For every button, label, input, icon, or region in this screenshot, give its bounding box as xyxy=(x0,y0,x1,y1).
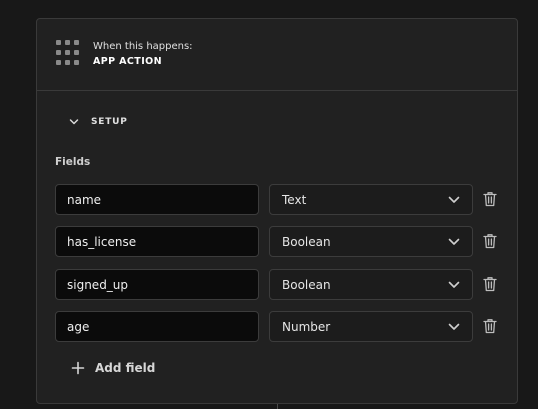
field-type-value: Boolean xyxy=(282,234,331,249)
field-type-select[interactable]: Number xyxy=(269,311,473,342)
chevron-down-icon xyxy=(448,196,460,203)
trigger-name: APP ACTION xyxy=(93,56,162,67)
trash-icon[interactable] xyxy=(483,276,497,292)
chevron-down-icon xyxy=(69,119,79,125)
field-type-value: Number xyxy=(282,319,331,334)
grid-icon xyxy=(56,40,82,68)
trigger-panel: When this happens: APP ACTION SETUP Fiel… xyxy=(36,18,518,404)
field-name-input[interactable] xyxy=(55,184,259,215)
trash-icon[interactable] xyxy=(483,318,497,334)
field-name-input[interactable] xyxy=(55,226,259,257)
fields-label: Fields xyxy=(55,156,91,168)
trash-icon[interactable] xyxy=(483,233,497,249)
field-type-select[interactable]: Boolean xyxy=(269,226,473,257)
plus-icon xyxy=(71,361,85,375)
add-field-button[interactable]: Add field xyxy=(71,361,155,375)
chevron-down-icon xyxy=(448,238,460,245)
field-type-value: Boolean xyxy=(282,277,331,292)
field-row: Text xyxy=(55,184,505,215)
field-row: Boolean xyxy=(55,269,505,300)
field-row: Number xyxy=(55,311,505,342)
field-type-select[interactable]: Boolean xyxy=(269,269,473,300)
add-field-label: Add field xyxy=(95,361,156,375)
trigger-header[interactable]: When this happens: APP ACTION xyxy=(37,19,517,91)
trigger-caption: When this happens: xyxy=(93,41,193,52)
setup-label: SETUP xyxy=(91,117,128,127)
chevron-down-icon xyxy=(448,323,460,330)
field-row: Boolean xyxy=(55,226,505,257)
field-name-input[interactable] xyxy=(55,269,259,300)
field-type-select[interactable]: Text xyxy=(269,184,473,215)
field-type-value: Text xyxy=(282,192,307,207)
chevron-down-icon xyxy=(448,281,460,288)
setup-toggle[interactable]: SETUP xyxy=(69,117,128,127)
trash-icon[interactable] xyxy=(483,191,497,207)
trigger-info: When this happens: APP ACTION xyxy=(93,40,193,67)
field-name-input[interactable] xyxy=(55,311,259,342)
